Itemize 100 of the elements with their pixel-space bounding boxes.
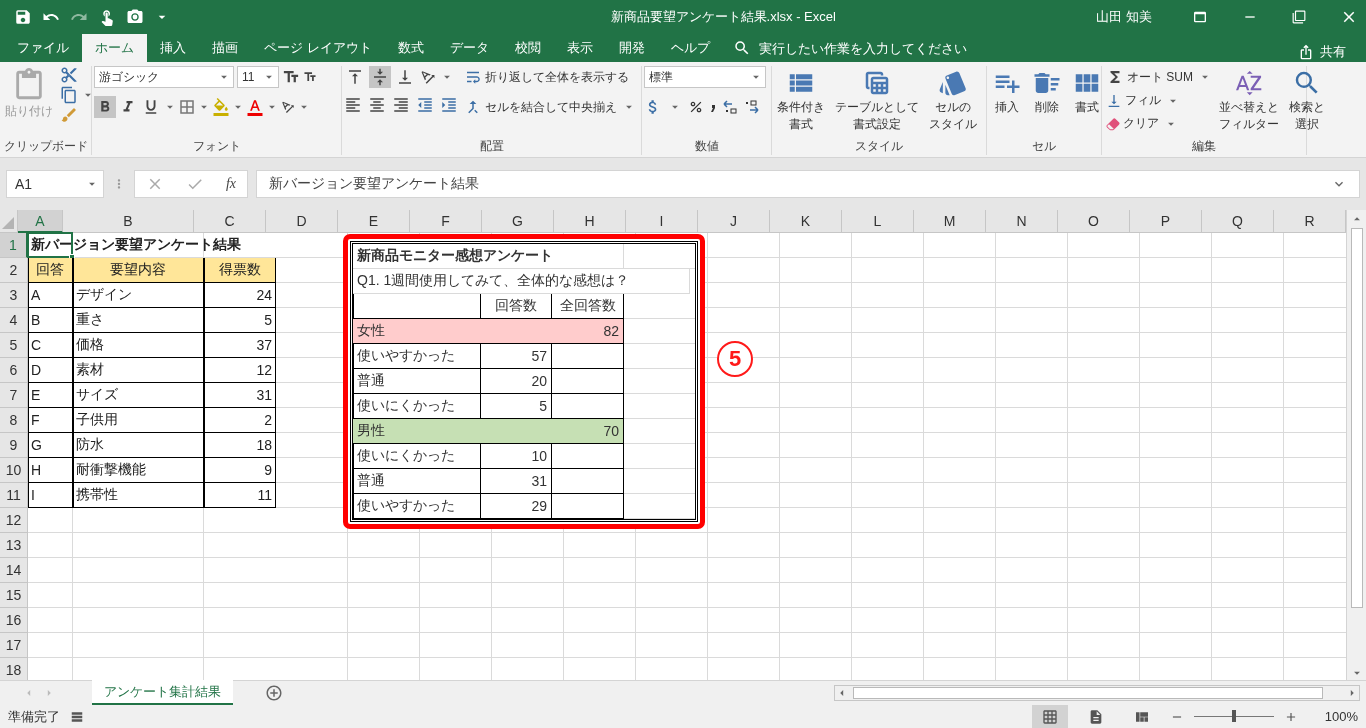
- column-header[interactable]: R: [1274, 210, 1346, 233]
- style-button[interactable]: テーブルとして 書式設定: [832, 66, 922, 138]
- formula-field[interactable]: 新バージョン要望アンケート結果: [256, 170, 1360, 198]
- column-header[interactable]: L: [842, 210, 914, 233]
- zoom-slider-thumb[interactable]: [1232, 710, 1236, 722]
- decimal-increase-icon[interactable]: [722, 99, 738, 115]
- column-header[interactable]: J: [698, 210, 770, 233]
- style-button[interactable]: 条件付き 書式: [774, 66, 828, 138]
- border-icon[interactable]: [178, 98, 196, 116]
- number-format-field[interactable]: 標準: [644, 66, 766, 88]
- row-header[interactable]: 14: [0, 558, 28, 583]
- scissors-icon[interactable]: [60, 66, 78, 84]
- add-sheet-icon[interactable]: [265, 684, 283, 702]
- ribbon-tab[interactable]: 数式: [384, 34, 437, 62]
- column-header[interactable]: F: [410, 210, 482, 233]
- align-right-icon[interactable]: [392, 96, 410, 114]
- restore-icon[interactable]: [1292, 10, 1306, 24]
- align-center-icon[interactable]: [368, 96, 386, 114]
- insert-function-button[interactable]: fx: [225, 176, 236, 192]
- indent-increase-icon[interactable]: [440, 96, 458, 114]
- clear-button[interactable]: クリア: [1104, 113, 1161, 134]
- autosum-button[interactable]: オート SUM: [1104, 66, 1195, 88]
- align-left-icon[interactable]: [344, 96, 362, 114]
- scrollbar-thumb[interactable]: [1350, 228, 1363, 608]
- view-button[interactable]: [1032, 705, 1068, 728]
- column-header[interactable]: E: [338, 210, 410, 233]
- tell-me-field[interactable]: 実行したい作業を入力してください: [756, 39, 1057, 57]
- ribbon-tab[interactable]: ヘルプ: [657, 34, 723, 62]
- column-header[interactable]: C: [194, 210, 266, 233]
- group-total: 82: [603, 323, 619, 339]
- ribbon-tab[interactable]: 開発: [605, 34, 658, 62]
- share-button[interactable]: 共有: [1292, 42, 1352, 62]
- indent-decrease-icon[interactable]: [416, 96, 434, 114]
- column-header[interactable]: K: [770, 210, 842, 233]
- ribbon-tab[interactable]: ページ レイアウト: [251, 34, 385, 62]
- merge-center-button[interactable]: セルを結合して中央揃え: [462, 96, 619, 118]
- row-header[interactable]: 16: [0, 608, 28, 633]
- column-header[interactable]: B: [63, 210, 194, 233]
- wrap-text-button[interactable]: 折り返して全体を表示する: [462, 66, 636, 88]
- row-header[interactable]: 1: [0, 233, 28, 258]
- column-header[interactable]: P: [1130, 210, 1202, 233]
- row-header[interactable]: 3: [0, 283, 28, 308]
- decimal-decrease-icon[interactable]: [744, 99, 760, 115]
- eraser-icon[interactable]: [1106, 116, 1120, 131]
- fill-color-icon[interactable]: [212, 98, 230, 116]
- ribbon-tab[interactable]: 校閲: [501, 34, 554, 62]
- orientation-icon[interactable]: [419, 68, 437, 86]
- row-header[interactable]: 4: [0, 308, 28, 333]
- font-name-field[interactable]: 游ゴシック: [94, 66, 234, 88]
- cells-button[interactable]: 削除: [1029, 66, 1065, 138]
- column-header[interactable]: M: [914, 210, 986, 233]
- row-header[interactable]: 15: [0, 583, 28, 608]
- row-header[interactable]: 18: [0, 658, 28, 680]
- ribbon-tab[interactable]: ホーム: [82, 34, 147, 62]
- ribbon-display-icon[interactable]: [1192, 9, 1208, 25]
- copy-icon[interactable]: [60, 86, 78, 104]
- ribbon-tab[interactable]: 挿入: [147, 34, 199, 62]
- zoom-level[interactable]: 100%: [1308, 709, 1358, 724]
- row-header[interactable]: 13: [0, 533, 28, 558]
- row-header[interactable]: 17: [0, 633, 28, 658]
- ribbon-tab[interactable]: ファイル: [4, 34, 82, 62]
- column-header[interactable]: G: [482, 210, 554, 233]
- search-icon[interactable]: [732, 39, 751, 57]
- camera-icon[interactable]: [126, 8, 144, 26]
- save-icon[interactable]: [14, 8, 32, 26]
- row-header[interactable]: 11: [0, 483, 28, 508]
- row-header[interactable]: 2: [0, 258, 28, 283]
- fill-down-icon[interactable]: [1106, 92, 1122, 109]
- column-header[interactable]: I: [626, 210, 698, 233]
- column-header[interactable]: Q: [1202, 210, 1274, 233]
- ribbon-tab[interactable]: データ: [436, 34, 502, 62]
- column-header[interactable]: D: [266, 210, 338, 233]
- row-header[interactable]: 9: [0, 433, 28, 458]
- row-header[interactable]: 7: [0, 383, 28, 408]
- column-header[interactable]: A: [18, 210, 63, 233]
- column-header[interactable]: H: [554, 210, 626, 233]
- column-header[interactable]: O: [1058, 210, 1130, 233]
- sheet-tab[interactable]: アンケート集計結果: [92, 680, 233, 705]
- scrollbar-thumb[interactable]: [853, 687, 1323, 699]
- row-header[interactable]: 6: [0, 358, 28, 383]
- row-header[interactable]: 8: [0, 408, 28, 433]
- fill-button[interactable]: フィル: [1104, 90, 1163, 111]
- row-header[interactable]: 12: [0, 508, 28, 533]
- style-button[interactable]: セルの スタイル: [926, 66, 980, 138]
- cells-button[interactable]: 挿入: [989, 66, 1025, 138]
- name-box[interactable]: A1: [6, 170, 104, 198]
- font-size-field[interactable]: 11: [237, 66, 279, 88]
- percent-icon[interactable]: [688, 99, 704, 115]
- ribbon-tab[interactable]: 描画: [199, 34, 251, 62]
- font-color-icon[interactable]: [246, 98, 264, 116]
- cells-button[interactable]: 書式: [1069, 66, 1105, 138]
- group-label: 男性: [357, 422, 385, 440]
- column-header[interactable]: N: [986, 210, 1058, 233]
- font-shrink-icon[interactable]: [303, 70, 317, 84]
- row-header[interactable]: 10: [0, 458, 28, 483]
- share-icon[interactable]: [1298, 44, 1314, 60]
- sort-filter-button[interactable]: 並べ替えと フィルター: [1216, 66, 1282, 138]
- row-header[interactable]: 5: [0, 333, 28, 358]
- find-select-button[interactable]: 検索と 選択: [1286, 66, 1328, 138]
- ribbon-tab[interactable]: 表示: [553, 34, 606, 62]
